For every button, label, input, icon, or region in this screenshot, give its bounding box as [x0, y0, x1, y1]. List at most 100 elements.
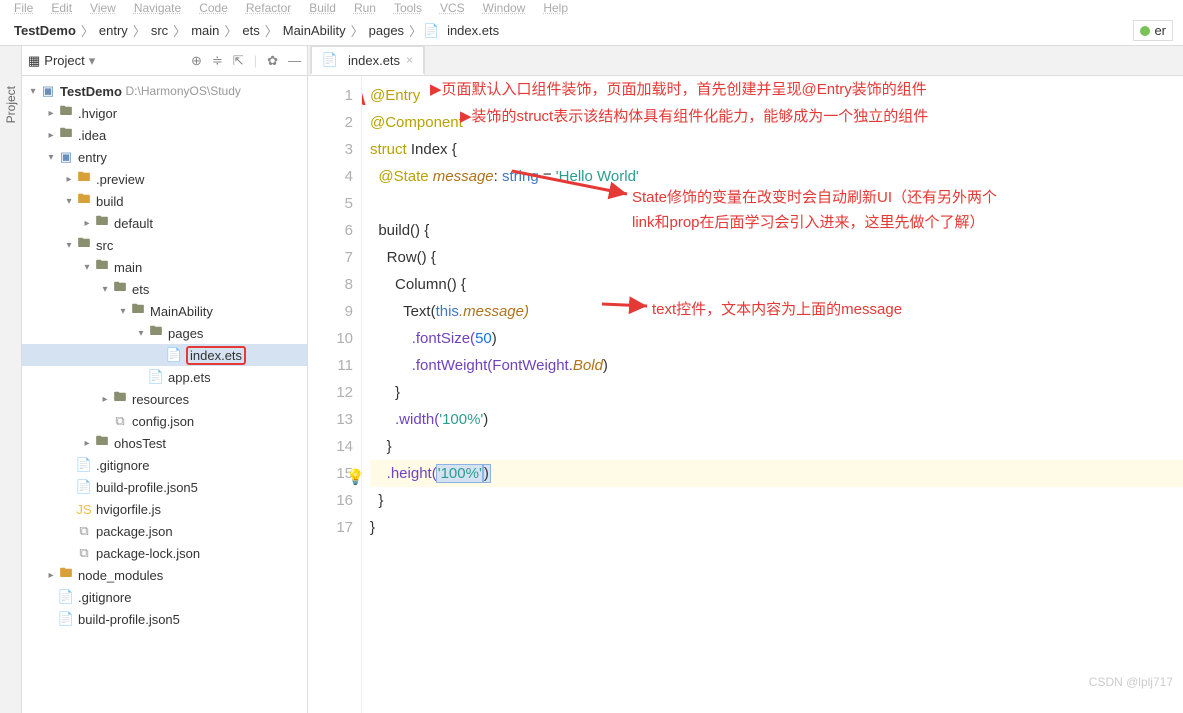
- tree-gitignore[interactable]: 📄.gitignore: [22, 454, 307, 476]
- tree-idea[interactable]: ▸🖿.idea: [22, 124, 307, 146]
- folder-icon: 🖿: [76, 193, 92, 209]
- code-editor[interactable]: 1234567891011121314151617 @Entry @Compon…: [308, 76, 1183, 713]
- tree-package-lock[interactable]: ⧉package-lock.json: [22, 542, 307, 564]
- project-view-icon: ▦: [28, 53, 40, 69]
- menu-build[interactable]: Build: [309, 1, 336, 15]
- hide-icon[interactable]: —: [288, 53, 301, 69]
- tree-build-profile[interactable]: 📄build-profile.json5: [22, 476, 307, 498]
- module-icon: ▣: [58, 149, 74, 165]
- tree-root[interactable]: ▾▣TestDemo D:\HarmonyOS\Study: [22, 80, 307, 102]
- json5-file-icon: 📄: [58, 611, 74, 627]
- locate-icon[interactable]: ⊕: [191, 53, 202, 69]
- crumb-project[interactable]: TestDemo: [10, 23, 80, 38]
- folder-icon: 🖿: [94, 435, 110, 451]
- crumb-entry[interactable]: entry: [95, 23, 132, 38]
- crumb-mainability[interactable]: MainAbility: [279, 23, 350, 38]
- expand-all-icon[interactable]: ≑: [212, 53, 223, 69]
- annotation-text: text控件，文本内容为上面的message: [652, 298, 902, 319]
- tree-mainability[interactable]: ▾🖿MainAbility: [22, 300, 307, 322]
- folder-icon: 🖿: [148, 325, 164, 341]
- annotation-entry: ▶页面默认入口组件装饰，页面加载时，首先创建并呈现@Entry装饰的组件: [430, 78, 927, 99]
- crumb-main[interactable]: main: [187, 23, 223, 38]
- tree-entry[interactable]: ▾▣entry: [22, 146, 307, 168]
- menu-run[interactable]: Run: [354, 1, 376, 15]
- folder-icon: 🖿: [94, 259, 110, 275]
- tool-window-bar[interactable]: Project: [0, 46, 22, 713]
- tree-package[interactable]: ⧉package.json: [22, 520, 307, 542]
- menu-tools[interactable]: Tools: [394, 1, 422, 15]
- device-label: er: [1154, 23, 1166, 38]
- folder-icon: 🖿: [58, 105, 74, 121]
- annotation-component: ▶装饰的struct表示该结构体具有组件化能力，能够成为一个独立的组件: [460, 105, 928, 126]
- tree-src[interactable]: ▾🖿src: [22, 234, 307, 256]
- collapse-all-icon[interactable]: ⇱: [233, 53, 244, 69]
- folder-icon: 🖿: [76, 171, 92, 187]
- file-icon: 📄: [58, 589, 74, 605]
- folder-icon: 🖿: [58, 567, 74, 583]
- folder-icon: 🖿: [94, 215, 110, 231]
- gear-icon[interactable]: ✿: [267, 53, 278, 69]
- menu-code[interactable]: Code: [199, 1, 228, 15]
- status-dot-icon: [1140, 26, 1150, 36]
- project-pane: ▦ Project ▾ ⊕ ≑ ⇱ | ✿ — ▾▣TestDemo D:\Ha…: [22, 46, 308, 713]
- menu-edit[interactable]: Edit: [51, 1, 72, 15]
- ets-file-icon: 📄: [322, 52, 338, 68]
- menu-refactor[interactable]: Refactor: [246, 1, 291, 15]
- device-selector[interactable]: er: [1133, 20, 1173, 41]
- menu-window[interactable]: Window: [483, 1, 526, 15]
- editor-tabs: 📄 index.ets ×: [308, 46, 1183, 76]
- tree-index-ets[interactable]: 📄index.ets: [22, 344, 307, 366]
- tree-gitignore2[interactable]: 📄.gitignore: [22, 586, 307, 608]
- tree-resources[interactable]: ▸🖿resources: [22, 388, 307, 410]
- menu-view[interactable]: View: [90, 1, 116, 15]
- tree-config[interactable]: ⧉config.json: [22, 410, 307, 432]
- chevron-down-icon: ▾: [89, 53, 96, 69]
- project-icon: ▣: [40, 83, 56, 99]
- tree-hvigorfile[interactable]: JShvigorfile.js: [22, 498, 307, 520]
- tree-app-ets[interactable]: 📄app.ets: [22, 366, 307, 388]
- line-gutter: 1234567891011121314151617: [308, 76, 362, 713]
- project-tool-tab[interactable]: Project: [4, 86, 18, 123]
- menu-navigate[interactable]: Navigate: [134, 1, 181, 15]
- close-icon[interactable]: ×: [406, 53, 413, 67]
- menu-file[interactable]: File: [14, 1, 33, 15]
- menu-help[interactable]: Help: [543, 1, 568, 15]
- code-content[interactable]: @Entry @Component struct Index { @State …: [362, 76, 1183, 713]
- json5-file-icon: 📄: [76, 479, 92, 495]
- tab-index-ets[interactable]: 📄 index.ets ×: [310, 45, 425, 75]
- menu-vcs[interactable]: VCS: [440, 1, 465, 15]
- tree-hvigor[interactable]: ▸🖿.hvigor: [22, 102, 307, 124]
- json-file-icon: ⧉: [112, 413, 128, 429]
- folder-icon: 🖿: [58, 127, 74, 143]
- folder-icon: 🖿: [76, 237, 92, 253]
- json-file-icon: ⧉: [76, 545, 92, 561]
- folder-icon: 🖿: [130, 303, 146, 319]
- crumb-file[interactable]: index.ets: [443, 23, 503, 38]
- tree-ets[interactable]: ▾🖿ets: [22, 278, 307, 300]
- folder-icon: 🖿: [112, 281, 128, 297]
- intention-bulb-icon[interactable]: 💡: [346, 464, 365, 491]
- crumb-src[interactable]: src: [147, 23, 172, 38]
- tree-node-modules[interactable]: ▸🖿node_modules: [22, 564, 307, 586]
- json-file-icon: ⧉: [76, 523, 92, 539]
- ets-file-icon: 📄: [166, 347, 182, 363]
- project-tree[interactable]: ▾▣TestDemo D:\HarmonyOS\Study ▸🖿.hvigor …: [22, 76, 307, 713]
- tree-main[interactable]: ▾🖿main: [22, 256, 307, 278]
- tree-preview[interactable]: ▸🖿.preview: [22, 168, 307, 190]
- tree-build-profile2[interactable]: 📄build-profile.json5: [22, 608, 307, 630]
- tree-ohostest[interactable]: ▸🖿ohosTest: [22, 432, 307, 454]
- tree-build[interactable]: ▾🖿build: [22, 190, 307, 212]
- project-view-selector[interactable]: ▦ Project ▾: [28, 53, 95, 69]
- menubar[interactable]: File Edit View Navigate Code Refactor Bu…: [0, 0, 1183, 16]
- annotation-state-2: link和prop在后面学习会引入进来，这里先做个了解）: [632, 211, 985, 232]
- tab-label: index.ets: [348, 53, 400, 68]
- crumb-pages[interactable]: pages: [365, 23, 408, 38]
- watermark: CSDN @lplj717: [1089, 675, 1173, 689]
- annotation-state-1: State修饰的变量在改变时会自动刷新UI（还有另外两个: [632, 186, 997, 207]
- ets-file-icon: 📄: [423, 23, 439, 39]
- folder-icon: 🖿: [112, 391, 128, 407]
- tree-pages[interactable]: ▾🖿pages: [22, 322, 307, 344]
- breadcrumb: TestDemo〉 entry〉 src〉 main〉 ets〉 MainAbi…: [0, 16, 1183, 46]
- crumb-ets[interactable]: ets: [238, 23, 263, 38]
- tree-default[interactable]: ▸🖿default: [22, 212, 307, 234]
